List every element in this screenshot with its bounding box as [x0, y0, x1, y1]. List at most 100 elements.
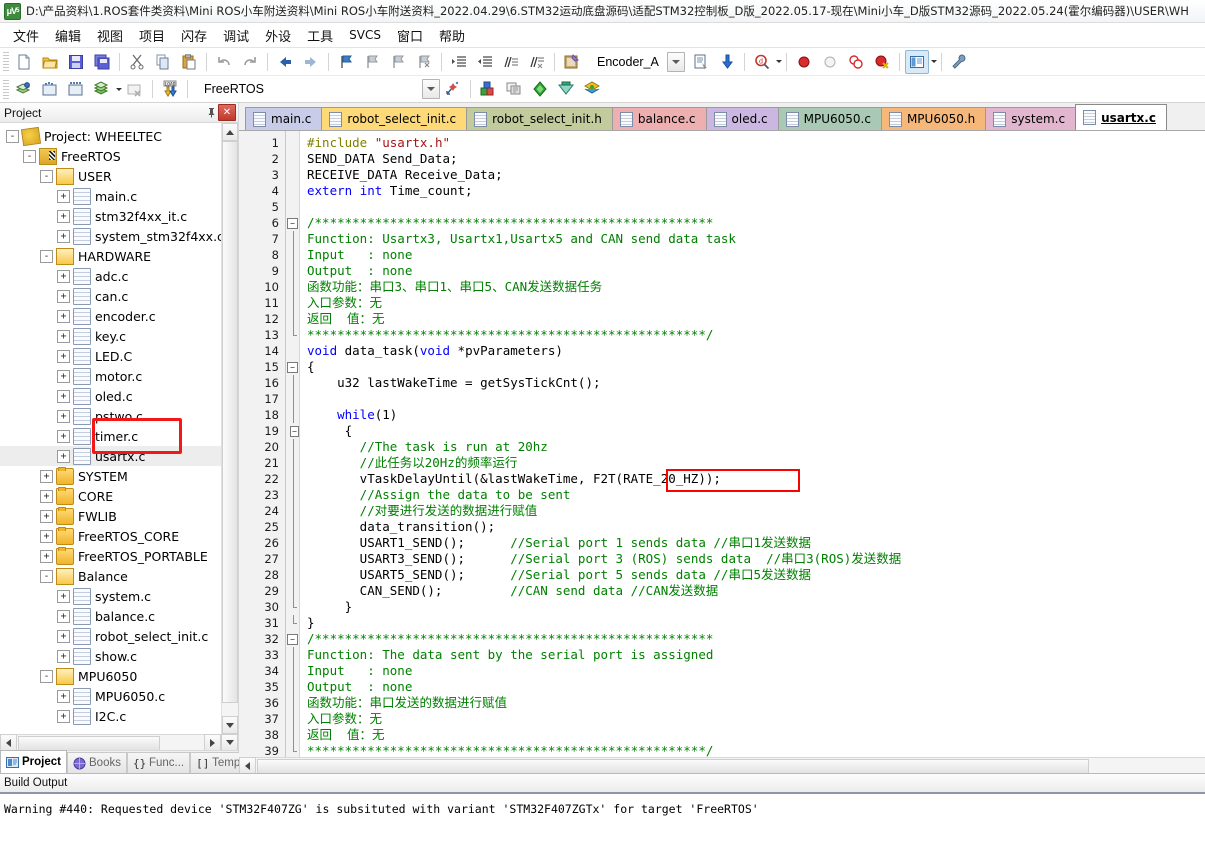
- manage-windows-icon[interactable]: [904, 49, 929, 74]
- fold-marker[interactable]: [286, 135, 299, 151]
- expand-icon[interactable]: +: [57, 189, 70, 203]
- expand-icon[interactable]: +: [57, 329, 70, 343]
- code-line[interactable]: [307, 391, 1205, 407]
- hscroll-right-button[interactable]: [204, 734, 221, 751]
- hscroll-menu-button[interactable]: [221, 734, 238, 751]
- code-line[interactable]: Output : none: [307, 263, 1205, 279]
- code-line[interactable]: /***************************************…: [307, 215, 1205, 231]
- code-line[interactable]: }: [307, 599, 1205, 615]
- code-line[interactable]: ****************************************…: [307, 327, 1205, 343]
- menu-item-project[interactable]: 项目: [131, 24, 173, 47]
- bookmark-next-icon[interactable]: [386, 50, 410, 74]
- fold-marker[interactable]: [286, 167, 299, 183]
- expand-icon[interactable]: +: [57, 709, 70, 723]
- find-in-files-icon[interactable]: d: [750, 50, 774, 74]
- fold-collapse-box[interactable]: −: [290, 425, 299, 437]
- editor-tab-mpu6050-c[interactable]: MPU6050.c: [777, 107, 882, 130]
- tree-node[interactable]: + FreeRTOS_PORTABLE: [0, 546, 221, 566]
- tree-node[interactable]: - USER: [0, 166, 221, 186]
- expand-icon[interactable]: +: [57, 689, 70, 703]
- configuration-wizard-icon[interactable]: [947, 50, 971, 74]
- fold-marker[interactable]: [286, 743, 299, 757]
- fold-marker[interactable]: [286, 263, 299, 279]
- scroll-up-button[interactable]: [222, 123, 238, 141]
- fold-marker[interactable]: [286, 183, 299, 199]
- toolbar-grip-2[interactable]: [3, 79, 9, 99]
- project-tree[interactable]: - Project: WHEELTEC - FreeRTOS - USER + main.c +…: [0, 123, 221, 734]
- manage-components-icon[interactable]: [441, 77, 465, 101]
- fold-marker[interactable]: [286, 679, 299, 695]
- hscroll-track[interactable]: [17, 735, 204, 751]
- code-line[interactable]: USART3_SEND(); //Serial port 3 (ROS) sen…: [307, 551, 1205, 567]
- manage-windows-dropdown-arrow[interactable]: [930, 60, 937, 63]
- tree-node[interactable]: + LED.C: [0, 346, 221, 366]
- expand-icon[interactable]: +: [57, 349, 70, 363]
- editor-hscroll-thumb[interactable]: [257, 759, 1089, 774]
- code-line[interactable]: 入口参数：无: [307, 711, 1205, 727]
- expand-icon[interactable]: +: [57, 309, 70, 323]
- editor-tab-robot-select-init-h[interactable]: robot_select_init.h: [466, 107, 613, 130]
- fold-marker[interactable]: [286, 583, 299, 599]
- editor-tab-system-c[interactable]: system.c: [985, 107, 1077, 130]
- undo-icon[interactable]: [212, 50, 236, 74]
- fold-marker[interactable]: [286, 199, 299, 215]
- menu-item-tools[interactable]: 工具: [299, 24, 341, 47]
- disable-breakpoint-icon[interactable]: [818, 50, 842, 74]
- fold-marker[interactable]: [286, 279, 299, 295]
- fold-marker[interactable]: [286, 247, 299, 263]
- scroll-thumb[interactable]: [222, 141, 238, 703]
- code-line[interactable]: data_transition();: [307, 519, 1205, 535]
- rebuild-icon[interactable]: [64, 77, 88, 101]
- fold-marker[interactable]: [286, 647, 299, 663]
- expand-icon[interactable]: +: [57, 229, 70, 243]
- expand-icon[interactable]: +: [57, 369, 70, 383]
- bookmark-prev-icon[interactable]: [360, 50, 384, 74]
- fold-marker[interactable]: [286, 615, 299, 631]
- tree-node[interactable]: + pstwo.c: [0, 406, 221, 426]
- code-line[interactable]: //Assign the data to be sent: [307, 487, 1205, 503]
- fold-marker[interactable]: [286, 471, 299, 487]
- redo-icon[interactable]: [238, 50, 262, 74]
- expand-icon[interactable]: +: [40, 469, 53, 483]
- navigate-back-icon[interactable]: [273, 50, 297, 74]
- fold-marker[interactable]: [286, 327, 299, 343]
- bookmark-clear-icon[interactable]: [412, 50, 436, 74]
- fold-marker[interactable]: [286, 343, 299, 359]
- configure-flash-icon[interactable]: [580, 77, 604, 101]
- code-line[interactable]: //The task is run at 20hz: [307, 439, 1205, 455]
- tree-node[interactable]: + encoder.c: [0, 306, 221, 326]
- copy-icon[interactable]: [151, 50, 175, 74]
- code-line[interactable]: {: [307, 359, 1205, 375]
- code-line[interactable]: }: [307, 615, 1205, 631]
- outdent-icon[interactable]: [473, 50, 497, 74]
- fold-marker[interactable]: [286, 407, 299, 423]
- editor-tab-robot-select-init-c[interactable]: robot_select_init.c: [321, 107, 468, 130]
- expand-icon[interactable]: +: [57, 209, 70, 223]
- bookmark-toggle-icon[interactable]: [334, 50, 358, 74]
- target-options-icon[interactable]: [560, 50, 584, 74]
- tree-node[interactable]: + usartx.c: [0, 446, 221, 466]
- collapse-icon[interactable]: -: [40, 169, 53, 183]
- tree-node[interactable]: + system.c: [0, 586, 221, 606]
- tree-node[interactable]: - MPU6050: [0, 666, 221, 686]
- collapse-icon[interactable]: -: [6, 129, 19, 143]
- fold-marker[interactable]: [286, 231, 299, 247]
- code-line[interactable]: SEND_DATA Send_Data;: [307, 151, 1205, 167]
- expand-icon[interactable]: +: [40, 529, 53, 543]
- collapse-icon[interactable]: -: [40, 249, 53, 263]
- tab-project[interactable]: Project: [0, 750, 67, 773]
- code-line[interactable]: Function: Usartx3, Usartx1,Usartx5 and C…: [307, 231, 1205, 247]
- code-editor[interactable]: 1 2 3 4 5 6 7 8 9 10 11 12 13 14 15 16 17 18 19 20 21 22 23 24 2…: [239, 131, 1205, 757]
- project-target-value[interactable]: FreeRTOS: [192, 82, 362, 96]
- fold-marker[interactable]: [286, 311, 299, 327]
- tree-node[interactable]: - HARDWARE: [0, 246, 221, 266]
- load-icon[interactable]: LOAD: [158, 77, 182, 101]
- fold-marker[interactable]: [286, 519, 299, 535]
- expand-icon[interactable]: +: [57, 449, 70, 463]
- fold-collapse-box[interactable]: −: [287, 361, 298, 373]
- code-line[interactable]: USART5_SEND(); //Serial port 5 sends dat…: [307, 567, 1205, 583]
- editor-tab-usartx-c[interactable]: usartx.c: [1075, 104, 1167, 130]
- expand-icon[interactable]: +: [57, 409, 70, 423]
- hscroll-thumb[interactable]: [18, 736, 160, 751]
- build-output-text[interactable]: Warning #440: Requested device 'STM32F40…: [0, 794, 1205, 854]
